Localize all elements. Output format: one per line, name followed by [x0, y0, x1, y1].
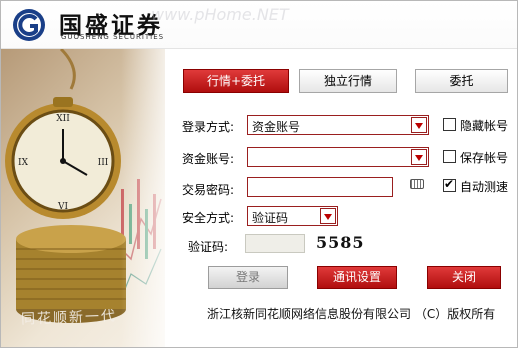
login-button[interactable]: 登录: [208, 266, 288, 289]
svg-text:VI: VI: [57, 202, 68, 212]
save-account-checkbox[interactable]: [443, 150, 456, 163]
keyboard-icon[interactable]: [410, 179, 424, 189]
login-mode-value: 资金账号: [252, 120, 301, 134]
tab-independent-quote[interactable]: 独立行情: [299, 69, 397, 93]
chevron-down-icon[interactable]: [320, 208, 336, 224]
password-label: 交易密码:: [182, 183, 235, 197]
photo-fade: [121, 49, 165, 347]
account-label: 资金账号:: [182, 152, 235, 166]
save-account-label: 保存帐号: [460, 151, 509, 165]
security-mode-value: 验证码: [252, 211, 289, 225]
header-bar: 国盛证券 GUOSHENG SECURITIES www.pHome.NET: [1, 1, 517, 49]
chevron-down-icon[interactable]: [411, 117, 427, 133]
tab-trade[interactable]: 委托: [415, 69, 508, 93]
svg-text:IX: IX: [18, 158, 29, 168]
close-button[interactable]: 关闭: [427, 266, 501, 289]
svg-text:III: III: [98, 158, 109, 168]
tab-quote-and-trade[interactable]: 行情+委托: [183, 69, 289, 93]
login-window: 国盛证券 GUOSHENG SECURITIES www.pHome.NET X…: [0, 0, 518, 348]
auto-speedtest-checkbox[interactable]: [443, 177, 456, 192]
hide-account-checkbox[interactable]: [443, 118, 456, 131]
brand-name-en: GUOSHENG SECURITIES: [61, 33, 165, 41]
security-mode-label: 安全方式:: [182, 211, 235, 225]
login-mode-select[interactable]: 资金账号: [247, 115, 429, 135]
hide-account-label: 隐藏帐号: [460, 119, 509, 133]
captcha-image[interactable]: 5585: [316, 233, 365, 252]
decorative-photo: XII III VI IX 同花顺新一代: [1, 49, 165, 347]
password-field[interactable]: [247, 177, 393, 197]
verify-code-label: 验证码:: [188, 240, 229, 254]
svg-text:XII: XII: [56, 114, 70, 124]
comm-settings-button[interactable]: 通讯设置: [317, 266, 397, 289]
account-select[interactable]: [247, 147, 429, 167]
security-mode-select[interactable]: 验证码: [247, 206, 338, 226]
verify-code-input[interactable]: [245, 234, 305, 253]
chevron-down-icon[interactable]: [411, 149, 427, 165]
login-mode-label: 登录方式:: [182, 120, 235, 134]
auto-speedtest-label: 自动测速: [460, 180, 509, 194]
copyright-footer: 浙江核新同花顺网络信息股份有限公司 （C）版权所有: [207, 307, 496, 321]
slogan-text: 同花顺新一代: [20, 308, 118, 328]
watermark: www.pHome.NET: [151, 5, 289, 24]
guosheng-logo-icon: [13, 9, 45, 41]
